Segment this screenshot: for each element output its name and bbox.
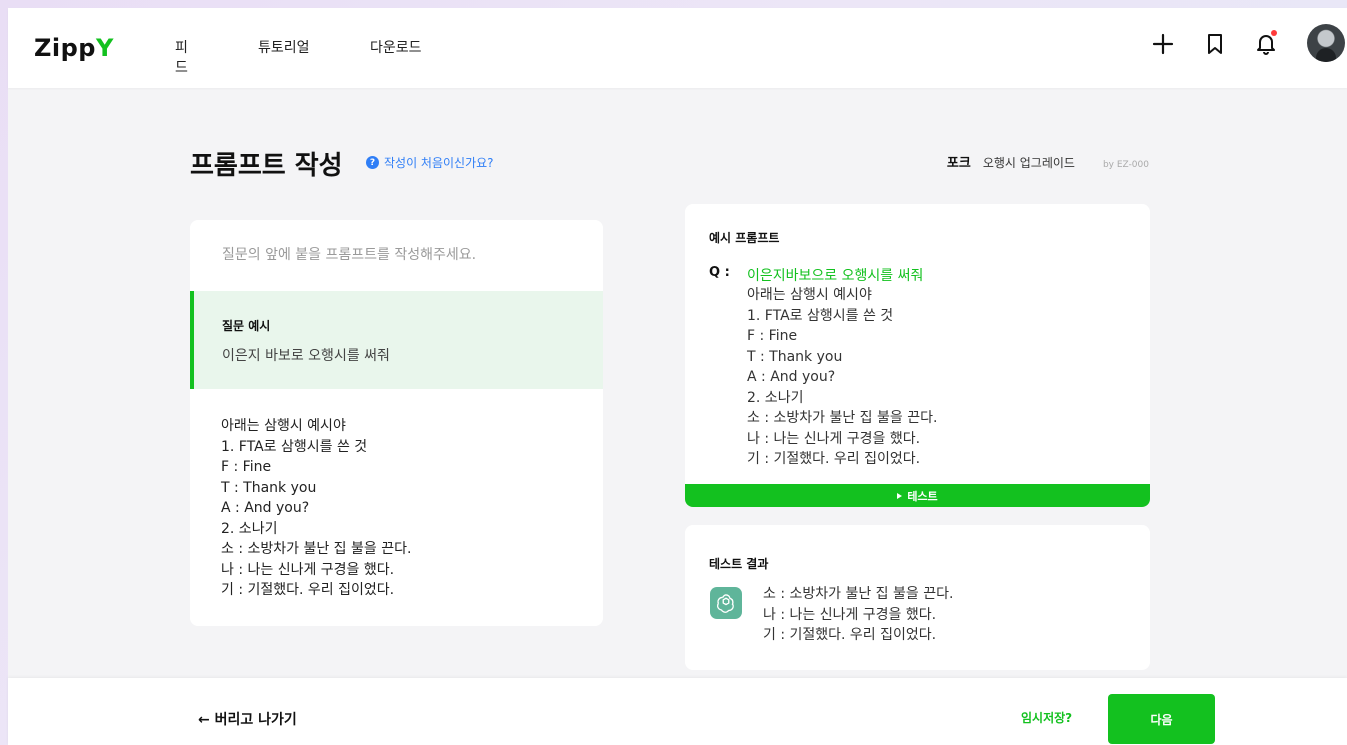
logo[interactable]: ZippY: [34, 34, 114, 62]
plus-icon[interactable]: [1149, 30, 1177, 58]
example-line: 1. FTA로 삼행시를 쓴 것: [747, 307, 894, 324]
prompt-line: 2. 소나기: [221, 520, 278, 537]
bookmark-icon[interactable]: [1201, 30, 1229, 58]
example-line: F : Fine: [747, 328, 798, 344]
test-result-card: 테스트 결과 소 : 소방차가 불난 집 불을 끈다. 나 : 나는 신나게 구…: [685, 525, 1150, 670]
author-label: by EZ-000: [1102, 160, 1149, 170]
prompt-line: 아래는 삼행시 예시야: [221, 418, 346, 434]
example-line: 2. 소나기: [747, 389, 804, 406]
logo-text: Zipp: [34, 34, 96, 62]
app-frame: ZippY 피드 튜토리얼 다운로드 프롬프트 작성 ? 작성이 처음이신가요?…: [8, 8, 1347, 745]
prompt-line: A : And you?: [221, 500, 310, 516]
example-line: 아래는 삼행시 예시야: [747, 287, 872, 303]
result-line: 소 : 소방차가 불난 집 불을 끈다.: [763, 586, 954, 602]
logo-accent: Y: [96, 34, 114, 62]
bottom-action-bar: ← 버리고 나가기 임시저장? 다음: [8, 678, 1347, 745]
next-button[interactable]: 다음: [1108, 694, 1215, 744]
nav-feed[interactable]: 피드: [175, 37, 188, 77]
prompt-body[interactable]: 아래는 삼행시 예시야 1. FTA로 삼행시를 쓴 것 F : Fine T …: [221, 416, 411, 601]
chatgpt-icon: [710, 587, 742, 619]
example-line: T : Thank you: [747, 348, 843, 365]
prompt-input-placeholder[interactable]: 질문의 앞에 붙을 프롬프트를 작성해주세요.: [222, 244, 476, 264]
prompt-editor-card: 질문의 앞에 붙을 프롬프트를 작성해주세요. 질문 예시 이은지 바보로 오행…: [190, 220, 603, 626]
q-label: Q :: [709, 265, 730, 280]
question-icon: ?: [366, 156, 379, 169]
result-body: 소 : 소방차가 불난 집 불을 끈다. 나 : 나는 신나게 구경을 했다. …: [763, 584, 953, 646]
question-example: 질문 예시 이은지 바보로 오행시를 써줘: [190, 291, 603, 389]
help-text: 작성이 처음이신가요?: [384, 156, 494, 170]
notification-dot: [1271, 30, 1277, 36]
top-header: ZippY 피드 튜토리얼 다운로드: [8, 8, 1347, 88]
page-title: 프롬프트 작성: [190, 151, 343, 181]
example-prompt-card: 예시 프롬프트 Q : 이은지바보으로 오행시를 써줘 아래는 삼행시 예시야 …: [685, 204, 1150, 507]
result-line: 기 : 기절했다. 우리 집이었다.: [763, 627, 937, 643]
prompt-name: 오행시 업그레이드: [982, 156, 1075, 170]
prompt-line: T : Thank you: [221, 479, 317, 496]
example-line: 기 : 기절했다. 우리 집이었다.: [747, 451, 921, 467]
nav-download[interactable]: 다운로드: [370, 37, 422, 57]
bell-icon[interactable]: [1252, 30, 1280, 58]
example-prompt-body: 아래는 삼행시 예시야 1. FTA로 삼행시를 쓴 것 F : Fine T …: [747, 285, 937, 470]
example-prompt-title: 예시 프롬프트: [709, 231, 780, 245]
nav-tutorial[interactable]: 튜토리얼: [258, 37, 310, 57]
test-label: 테스트: [907, 489, 938, 503]
prompt-line: F : Fine: [221, 459, 272, 475]
prompt-line: 1. FTA로 삼행시를 쓴 것: [221, 438, 368, 455]
example-line: 소 : 소방차가 불난 집 불을 끈다.: [747, 410, 938, 426]
result-title: 테스트 결과: [709, 557, 769, 571]
help-link[interactable]: ? 작성이 처음이신가요?: [366, 154, 494, 171]
play-icon: [897, 492, 903, 499]
prompt-line: 나 : 나는 신나게 구경을 했다.: [221, 561, 395, 578]
result-line: 나 : 나는 신나게 구경을 했다.: [763, 606, 937, 623]
header-actions: [1127, 24, 1347, 64]
prompt-line: 기 : 기절했다. 우리 집이었다.: [221, 582, 395, 598]
example-line: A : And you?: [747, 369, 836, 385]
example-label: 질문 예시: [222, 319, 271, 333]
prompt-meta: 포크 오행시 업그레이드 by EZ-000: [947, 152, 1149, 171]
avatar[interactable]: [1307, 24, 1345, 62]
example-text[interactable]: 이은지 바보로 오행시를 써줘: [222, 345, 390, 365]
example-line: 나 : 나는 신나게 구경을 했다.: [747, 430, 921, 447]
temp-save-button[interactable]: 임시저장?: [1021, 709, 1072, 726]
discard-exit-button[interactable]: ← 버리고 나가기: [198, 709, 297, 729]
fork-label: 포크: [946, 156, 971, 171]
example-question: 이은지바보으로 오행시를 써줘: [747, 268, 924, 284]
prompt-line: 소 : 소방차가 불난 집 불을 끈다.: [221, 541, 412, 557]
test-button[interactable]: 테스트: [685, 484, 1150, 507]
